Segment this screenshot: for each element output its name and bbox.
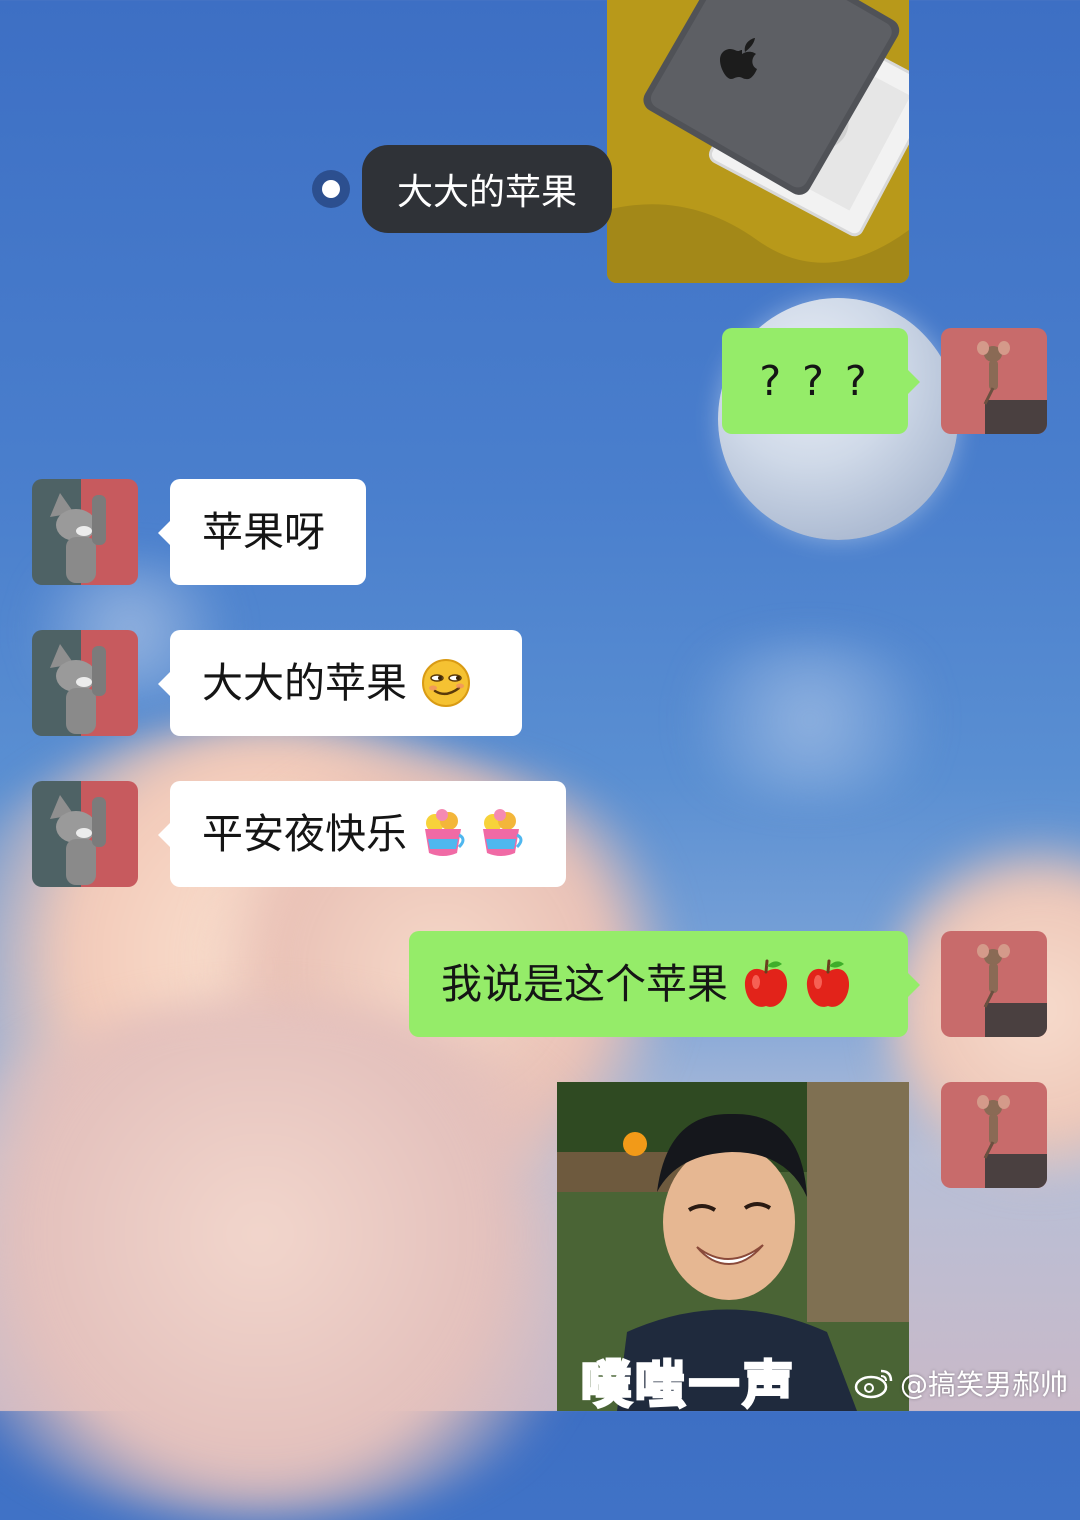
- message-bubble-sent[interactable]: ? ? ?: [722, 328, 920, 434]
- record-dot-icon[interactable]: [312, 170, 350, 208]
- ipad-photo-message[interactable]: [607, 0, 909, 283]
- weibo-logo-icon: [854, 1369, 893, 1399]
- friend-avatar[interactable]: [32, 479, 138, 585]
- quoted-text-pill[interactable]: 大大的苹果: [362, 145, 612, 233]
- my-avatar[interactable]: [941, 328, 1047, 434]
- message-text: 我说是这个苹果: [441, 959, 728, 1008]
- jerry-mouse-icon: [977, 944, 1010, 1008]
- message-text: 大大的苹果: [202, 658, 407, 707]
- my-avatar[interactable]: [941, 1082, 1047, 1188]
- message-bubble-received[interactable]: 大大的苹果: [158, 630, 522, 736]
- jerry-mouse-icon: [977, 1095, 1010, 1159]
- watermark: @搞笑男郝帅: [854, 1363, 1068, 1403]
- message-text: 苹果呀: [202, 507, 325, 556]
- message-text: ? ? ?: [759, 356, 871, 405]
- jerry-mouse-icon: [977, 341, 1010, 405]
- friend-avatar[interactable]: [32, 781, 138, 887]
- watermark-text: @搞笑男郝帅: [899, 1368, 1068, 1401]
- message-bubble-sent[interactable]: 我说是这个苹果: [409, 931, 920, 1037]
- sticker-image-message[interactable]: 噗嗤一声: [557, 1082, 909, 1411]
- celebration-cup-emoji: [425, 809, 465, 856]
- red-apple-emoji: [806, 959, 850, 1007]
- my-avatar[interactable]: [941, 931, 1047, 1037]
- celebration-cup-emoji: [483, 809, 523, 856]
- tom-cat-icon: [50, 493, 106, 583]
- message-bubble-received[interactable]: 平安夜快乐: [158, 781, 566, 887]
- friend-avatar[interactable]: [32, 630, 138, 736]
- smirk-face-emoji: [422, 659, 470, 707]
- sticker-caption: 噗嗤一声: [580, 1355, 797, 1412]
- red-apple-emoji: [744, 959, 788, 1007]
- tom-cat-icon: [50, 795, 106, 885]
- tom-cat-icon: [50, 644, 106, 734]
- message-bubble-received[interactable]: 苹果呀: [158, 479, 366, 585]
- message-text: 平安夜快乐: [202, 809, 407, 858]
